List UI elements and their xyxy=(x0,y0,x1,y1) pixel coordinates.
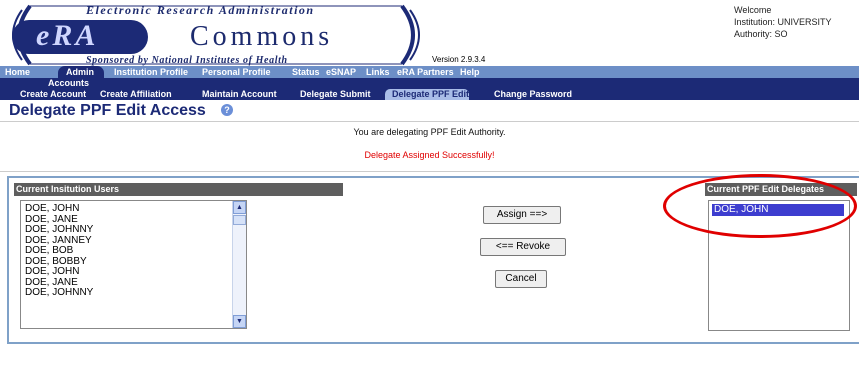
help-icon[interactable]: ? xyxy=(221,104,233,116)
banner-tagline: Electronic Research Administration xyxy=(86,3,315,17)
title-divider xyxy=(0,121,859,122)
version-label: Version 2.9.3.4 xyxy=(432,55,486,64)
subtab-change-password[interactable]: Change Password xyxy=(494,89,572,100)
subtab-maintain-account[interactable]: Maintain Account xyxy=(202,89,277,100)
welcome-text: Welcome xyxy=(734,5,772,15)
scroll-up-icon[interactable]: ▲ xyxy=(233,201,246,214)
accounts-group-label: Accounts xyxy=(48,78,90,88)
users-list-items: DOE, JOHN DOE, JANE DOE, JOHNNY DOE, JAN… xyxy=(21,203,93,299)
subtab-delegate-submit[interactable]: Delegate Submit xyxy=(300,89,371,100)
nav-links[interactable]: Links xyxy=(366,66,390,78)
nav-admin[interactable]: Admin xyxy=(66,66,94,78)
nav-status[interactable]: Status xyxy=(292,66,320,78)
institution-users-listbox[interactable]: DOE, JOHN DOE, JANE DOE, JOHNNY DOE, JAN… xyxy=(20,200,247,329)
user-list-item[interactable]: DOE, BOB xyxy=(21,245,93,257)
institution-text: Institution: UNIVERSITY xyxy=(734,17,832,27)
logo-commons-text: Commons xyxy=(190,21,334,52)
assign-button[interactable]: Assign ==> xyxy=(483,206,561,224)
authority-text: Authority: SO xyxy=(734,29,788,39)
logo-era-text: eRA xyxy=(36,19,99,52)
subtab-delegate-ppf-edit[interactable]: Delegate PPF Edit xyxy=(392,89,469,100)
nav-institution-profile[interactable]: Institution Profile xyxy=(114,66,188,78)
cancel-button[interactable]: Cancel xyxy=(495,270,547,288)
user-list-item[interactable]: DOE, JOHNNY xyxy=(21,224,93,236)
nav-home[interactable]: Home xyxy=(5,66,30,78)
message-divider xyxy=(0,171,859,172)
user-list-item[interactable]: DOE, JOHN xyxy=(21,203,93,215)
subtab-create-affiliation[interactable]: Create Affiliation xyxy=(100,89,172,100)
highlight-circle-annotation xyxy=(663,174,857,238)
scroll-thumb[interactable] xyxy=(233,215,246,225)
nav-era-partners[interactable]: eRA Partners xyxy=(397,66,454,78)
success-message: Delegate Assigned Successfully! xyxy=(364,150,495,160)
primary-nav-items: Home Admin Institution Profile Personal … xyxy=(0,66,859,78)
page-title: Delegate PPF Edit Access xyxy=(9,102,206,119)
nav-personal-profile[interactable]: Personal Profile xyxy=(202,66,271,78)
user-info: Welcome Institution: UNIVERSITY Authorit… xyxy=(734,4,832,40)
scroll-down-icon[interactable]: ▼ xyxy=(233,315,246,328)
users-list-header: Current Insitution Users xyxy=(14,183,343,196)
user-list-item[interactable]: DOE, JOHNNY xyxy=(21,287,93,299)
nav-esnap[interactable]: eSNAP xyxy=(326,66,356,78)
secondary-nav-items: Accounts Create Account Create Affiliati… xyxy=(0,78,859,100)
nav-help[interactable]: Help xyxy=(460,66,480,78)
banner-sponsor: Sponsored by National Institutes of Heal… xyxy=(86,55,288,66)
subtab-create-account[interactable]: Create Account xyxy=(20,89,86,100)
users-list-scrollbar[interactable]: ▲ ▼ xyxy=(232,201,246,328)
info-message: You are delegating PPF Edit Authority. xyxy=(353,127,506,137)
user-list-item[interactable]: DOE, JOHN xyxy=(21,266,93,278)
revoke-button[interactable]: <== Revoke xyxy=(480,238,566,256)
